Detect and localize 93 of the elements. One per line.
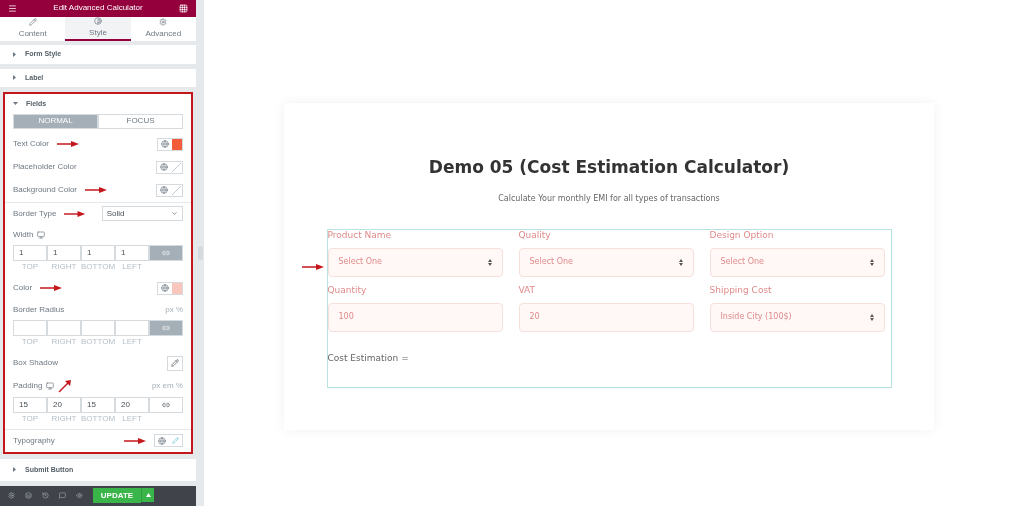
link-values-button[interactable]: [149, 245, 183, 261]
color-control[interactable]: [156, 184, 183, 197]
contrast-icon: [94, 17, 102, 26]
dimension-input[interactable]: 20: [47, 397, 81, 413]
dimension-caption: TOP: [21, 261, 39, 273]
color-control[interactable]: [156, 161, 183, 174]
color-control[interactable]: [157, 138, 183, 151]
sort-arrows-icon: [869, 313, 874, 321]
dimension-input[interactable]: 1: [115, 245, 149, 261]
globe-icon[interactable]: [161, 140, 169, 149]
field-label: Product Name: [327, 229, 393, 241]
color-control[interactable]: [157, 282, 183, 295]
control-label: Padding: [13, 380, 43, 392]
control-label: Border Type: [13, 208, 57, 220]
dimension-caption: RIGHT: [51, 336, 77, 348]
caret-up-icon: [145, 493, 151, 498]
pencil-icon: [171, 359, 179, 368]
link-icon: [162, 401, 170, 409]
dimension-input[interactable]: 20: [115, 397, 149, 413]
dimension-input[interactable]: 15: [13, 397, 47, 413]
select-field[interactable]: Select One: [709, 247, 885, 277]
control-label: Width: [13, 229, 34, 241]
globe-icon[interactable]: [160, 186, 168, 195]
globe-icon[interactable]: [161, 284, 169, 293]
dimension-caption: LEFT: [122, 413, 142, 425]
update-options-button[interactable]: [141, 488, 154, 503]
panel-tab[interactable]: Style: [65, 16, 131, 42]
panel-tab[interactable]: Content: [0, 16, 66, 42]
panel-resize-handle[interactable]: [197, 246, 203, 260]
empty-swatch-icon[interactable]: [171, 185, 182, 196]
field-label: Quality: [518, 229, 552, 241]
select-field[interactable]: Select One: [327, 247, 503, 277]
sort-arrows-icon: [869, 258, 874, 266]
sort-arrows-icon: [678, 258, 683, 266]
calculator-subtitle: Calculate Your monthly EMI for all types of transactions: [498, 192, 720, 205]
dimension-input[interactable]: 1: [81, 245, 115, 261]
monitor-icon[interactable]: [37, 231, 46, 239]
dimension-input[interactable]: 1: [13, 245, 47, 261]
select-field[interactable]: Solid: [101, 206, 183, 222]
color-swatch[interactable]: [172, 139, 182, 150]
control-label: Color: [13, 282, 33, 295]
field-label: Design Option: [709, 229, 775, 241]
dimension-caption: TOP: [21, 413, 39, 425]
menu-icon[interactable]: [8, 3, 17, 13]
control-label: Placeholder Color: [13, 161, 77, 174]
dimension-input[interactable]: 15: [81, 397, 115, 413]
dimension-input[interactable]: [81, 320, 115, 336]
dimension-input[interactable]: [47, 320, 81, 336]
link-icon: [162, 249, 170, 257]
dimension-input[interactable]: [115, 320, 149, 336]
select-field[interactable]: Select One: [518, 247, 694, 277]
monitor-icon[interactable]: [46, 382, 55, 390]
chevron-down-icon: [171, 210, 178, 218]
select-field[interactable]: Inside City (100$): [709, 302, 885, 332]
edit-icon[interactable]: [172, 437, 179, 445]
state-tab[interactable]: FOCUS: [98, 114, 183, 129]
control-label: Box Shadow: [13, 357, 58, 370]
input-field[interactable]: 20: [518, 302, 694, 332]
dimension-input[interactable]: 1: [47, 245, 81, 261]
dimension-caption: BOTTOM: [80, 413, 116, 425]
globe-icon[interactable]: [158, 437, 166, 445]
preview-icon[interactable]: [76, 492, 83, 500]
field-label: VAT: [518, 284, 537, 296]
cost-estimation-result: Cost Estimation =: [327, 351, 410, 365]
editor-title: Edit Advanced Calculator: [53, 2, 143, 15]
dimension-caption: LEFT: [122, 261, 142, 273]
sort-arrows-icon: [487, 258, 492, 266]
control-label: Background Color: [13, 184, 78, 197]
panel-tab[interactable]: Advanced: [130, 16, 196, 42]
calculator-title: Demo 05 (Cost Estimation Calculator): [428, 156, 790, 179]
dimension-caption: BOTTOM: [80, 336, 116, 348]
dimension-caption: TOP: [21, 336, 39, 348]
link-values-button[interactable]: [149, 397, 183, 413]
link-values-button[interactable]: [149, 320, 183, 336]
link-icon: [162, 324, 170, 332]
pencil-icon: [28, 18, 37, 27]
dimension-caption: LEFT: [122, 336, 142, 348]
globe-icon[interactable]: [160, 163, 168, 172]
field-label: Quantity: [327, 284, 368, 296]
dimension-caption: RIGHT: [51, 261, 77, 273]
color-swatch[interactable]: [172, 283, 182, 294]
input-field[interactable]: 100: [327, 302, 503, 332]
edit-button[interactable]: [167, 356, 183, 371]
dimension-caption: BOTTOM: [80, 261, 116, 273]
dimension-input[interactable]: [13, 320, 47, 336]
field-label: Shipping Cost: [709, 284, 773, 296]
control-label: Typography: [13, 435, 55, 447]
control-label: Text Color: [13, 138, 49, 151]
dimension-caption: RIGHT: [51, 413, 77, 425]
control-label: Border Radius: [13, 304, 65, 316]
empty-swatch-icon[interactable]: [171, 162, 182, 173]
apps-grid-icon[interactable]: [179, 3, 188, 13]
update-button[interactable]: UPDATE: [93, 488, 141, 504]
